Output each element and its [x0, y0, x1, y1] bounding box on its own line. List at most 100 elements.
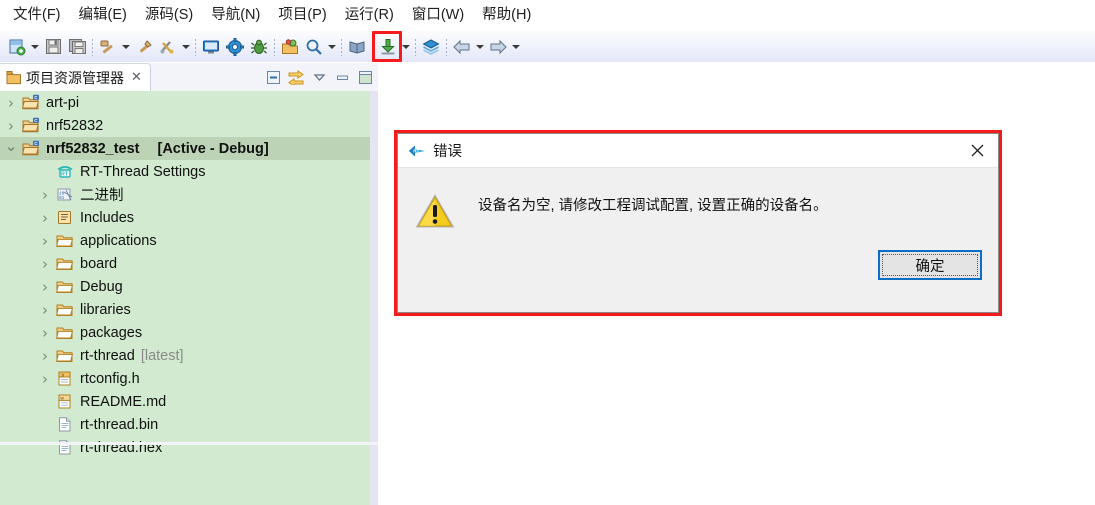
package-button[interactable] — [278, 35, 302, 59]
tree-item-Includes[interactable]: Includes — [0, 206, 370, 229]
menu-source[interactable]: 源码(S) — [136, 5, 202, 26]
settings-button[interactable] — [223, 35, 247, 59]
tree-item-label: board — [80, 255, 118, 272]
warning-triangle-icon — [415, 194, 455, 228]
tree-item-board[interactable]: board — [0, 252, 370, 275]
new-file-dropdown[interactable] — [29, 35, 41, 59]
chevron-right-icon[interactable] — [34, 344, 56, 367]
chevron-right-icon[interactable] — [34, 252, 56, 275]
chevron-right-icon[interactable] — [0, 114, 22, 137]
dialog-close-button[interactable] — [962, 138, 992, 164]
menu-project[interactable]: 项目(P) — [269, 5, 335, 26]
collapse-all-icon[interactable] — [264, 68, 282, 86]
menu-help[interactable]: 帮助(H) — [473, 5, 540, 26]
tree-item-nrf52832[interactable]: Cnrf52832 — [0, 114, 370, 137]
application-window: 文件(F) 编辑(E) 源码(S) 导航(N) 项目(P) 运行(R) 窗口(W… — [0, 0, 1095, 505]
tree-item-libraries[interactable]: libraries — [0, 298, 370, 321]
build-dropdown[interactable] — [120, 35, 132, 59]
forward-dropdown[interactable] — [510, 35, 522, 59]
back-dropdown[interactable] — [474, 35, 486, 59]
svg-text:01: 01 — [59, 196, 65, 201]
chevron-right-icon[interactable] — [34, 275, 56, 298]
chevron-right-icon[interactable] — [34, 298, 56, 321]
ok-button-label: 确定 — [915, 258, 945, 275]
maximize-view-icon[interactable] — [356, 68, 374, 86]
tree-item-version: [latest] — [140, 347, 184, 364]
tree-item-label: packages — [80, 324, 143, 341]
ok-button[interactable]: 确定 — [878, 250, 982, 280]
back-button[interactable] — [450, 35, 474, 59]
main-toolbar — [0, 30, 1095, 63]
tree-item-applications[interactable]: applications — [0, 229, 370, 252]
chevron-right-icon[interactable] — [34, 183, 56, 206]
menu-run[interactable]: 运行(R) — [336, 5, 403, 26]
search-button[interactable] — [302, 35, 326, 59]
chevron-down-icon[interactable] — [0, 137, 22, 160]
new-file-button[interactable] — [5, 35, 29, 59]
tree-item-Debug[interactable]: Debug — [0, 275, 370, 298]
tree-item-label: 二进制 — [80, 188, 124, 204]
save-button[interactable] — [41, 35, 65, 59]
c-project-folder-icon: C — [21, 117, 40, 134]
menu-file[interactable]: 文件(F) — [4, 5, 70, 26]
book-icon — [349, 40, 365, 54]
c-project-folder-icon: C — [21, 94, 40, 111]
forward-button[interactable] — [486, 35, 510, 59]
tree-item-rt-thread[interactable]: rt-thread [latest] — [0, 344, 370, 367]
terminal-button[interactable] — [199, 35, 223, 59]
svg-text:RT: RT — [413, 148, 419, 153]
tree-item-label: README.md — [80, 393, 167, 410]
settings-gear-icon — [226, 37, 244, 56]
clean-button[interactable] — [132, 35, 156, 59]
menu-bar: 文件(F) 编辑(E) 源码(S) 导航(N) 项目(P) 运行(R) 窗口(W… — [0, 0, 1095, 31]
tree-item-nrf52832_test[interactable]: Cnrf52832_test [Active - Debug] — [0, 137, 370, 160]
dialog-highlight-outline: RT 错误 设备名为空, 请修改工程调试配置, 设置正确的设备名。 确定 — [394, 130, 1002, 316]
search-dropdown[interactable] — [326, 35, 338, 59]
close-icon — [971, 144, 983, 157]
download-flash-button[interactable] — [372, 30, 402, 62]
tree-item-art-pi[interactable]: Cart-pi — [0, 91, 370, 114]
download-button-highlight — [372, 30, 402, 62]
tree-item-RT-ThreadSettings[interactable]: RT RT-Thread Settings — [0, 160, 370, 183]
tree-item-README.md[interactable]: w README.md — [0, 390, 370, 413]
chevron-right-icon[interactable] — [0, 91, 22, 114]
chevron-right-icon[interactable] — [34, 206, 56, 229]
svg-text:.h: .h — [60, 372, 64, 377]
forward-arrow-icon — [490, 39, 507, 54]
horizontal-splitter[interactable] — [0, 442, 378, 445]
tree-item-label: Includes — [80, 209, 135, 226]
chevron-right-icon[interactable] — [34, 229, 56, 252]
tree-item-[interactable]: 1001 二进制 — [0, 183, 370, 206]
debug-button[interactable] — [247, 35, 271, 59]
tree-item-packages[interactable]: packages — [0, 321, 370, 344]
menu-edit[interactable]: 编辑(E) — [70, 5, 136, 26]
tree-item-rt-thread.hex[interactable]: rt-thread.hex — [0, 436, 370, 459]
tab-project-explorer[interactable]: 项目资源管理器 ✕ — [0, 63, 151, 91]
tree-item-rt-thread.bin[interactable]: rt-thread.bin — [0, 413, 370, 436]
chevron-right-icon[interactable] — [34, 367, 56, 390]
back-arrow-icon — [453, 39, 470, 54]
menu-window[interactable]: 窗口(W) — [403, 5, 473, 26]
view-toolbar — [264, 67, 374, 87]
tree-item-rtconfig.h[interactable]: .h rtconfig.h — [0, 367, 370, 390]
tab-close-icon[interactable]: ✕ — [131, 71, 142, 84]
minimize-view-icon[interactable] — [333, 68, 351, 86]
menu-navigate[interactable]: 导航(N) — [202, 5, 269, 26]
chevron-right-icon[interactable] — [34, 321, 56, 344]
book-button[interactable] — [345, 35, 369, 59]
save-all-button[interactable] — [65, 35, 89, 59]
new-file-icon — [9, 39, 26, 55]
rt-thread-settings-icon: RT — [56, 163, 74, 180]
build-tools-icon — [160, 40, 174, 53]
build-tools-button[interactable] — [156, 35, 180, 59]
layers-button[interactable] — [419, 35, 443, 59]
build-tools-dropdown[interactable] — [180, 35, 192, 59]
view-menu-icon[interactable] — [310, 68, 328, 86]
link-with-editor-icon[interactable] — [287, 68, 305, 86]
build-button[interactable] — [96, 35, 120, 59]
tab-label: 项目资源管理器 — [26, 69, 124, 86]
dialog-title: 错误 — [433, 144, 462, 160]
layers-icon — [422, 38, 440, 55]
clean-icon — [139, 39, 152, 52]
error-dialog: RT 错误 设备名为空, 请修改工程调试配置, 设置正确的设备名。 确定 — [397, 133, 999, 313]
